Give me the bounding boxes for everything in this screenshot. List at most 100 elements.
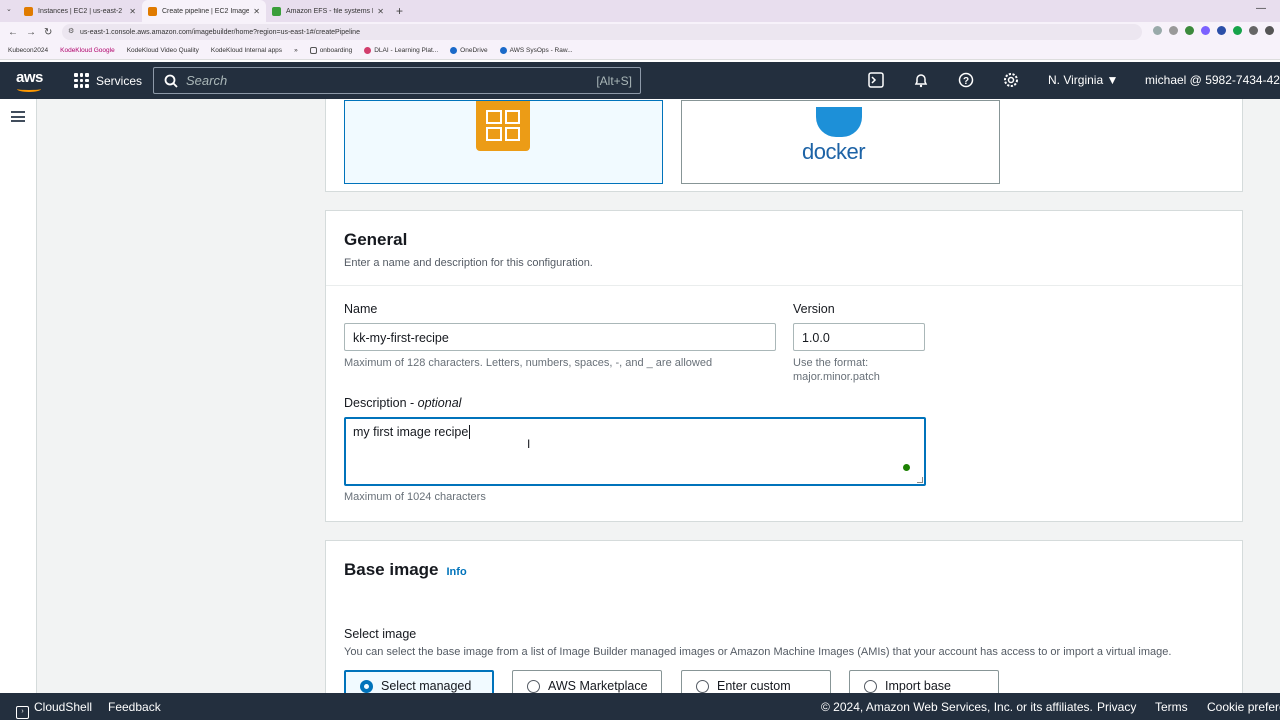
svg-text:?: ? (963, 76, 969, 87)
tab-title: Amazon EFS - file systems list (286, 7, 374, 15)
grid-icon (74, 73, 89, 88)
ec2-ami-icon (476, 101, 530, 151)
docker-option-tile[interactable]: docker (681, 100, 1000, 184)
back-icon[interactable]: ← (8, 27, 18, 38)
reload-icon[interactable]: ↻ (44, 27, 54, 38)
browser-tab-bar: ⌄ Instances | EC2 | us-east-2 ✕ Create p… (0, 0, 1280, 22)
ami-option-tile[interactable] (344, 100, 663, 184)
name-label: Name (344, 302, 378, 316)
address-bar[interactable]: ⚙ us-east-1.console.aws.amazon.com/image… (62, 24, 1142, 40)
select-image-description: You can select the base image from a lis… (344, 646, 1172, 658)
cloudshell-button[interactable]: › CloudShell (16, 700, 92, 719)
text-caret (469, 425, 471, 439)
base-image-panel: Base image Info Select image You can sel… (325, 540, 1243, 693)
browser-tab-efs[interactable]: Amazon EFS - file systems list ✕ (266, 0, 390, 22)
bookmark-item[interactable]: OneDrive (450, 47, 488, 54)
profile-icon[interactable] (1265, 26, 1274, 35)
aws-logo[interactable]: aws (16, 69, 46, 92)
info-link[interactable]: Info (447, 566, 467, 578)
close-tab-icon[interactable]: ✕ (253, 7, 260, 16)
site-info-icon[interactable]: ⚙ (68, 27, 74, 35)
new-tab-icon[interactable]: + (396, 4, 403, 18)
description-textarea[interactable]: my first image recipe (344, 417, 926, 486)
zoom-icon[interactable] (1153, 26, 1162, 35)
general-title: General (344, 230, 408, 249)
bookmark-item[interactable]: KodeKloud Google (60, 47, 115, 54)
general-panel: General Enter a name and description for… (325, 210, 1243, 522)
aws-favicon-icon (24, 6, 33, 16)
close-tab-icon[interactable]: ✕ (377, 7, 384, 16)
cloud-icon (499, 47, 507, 54)
radio-select-managed[interactable]: Select managed (344, 670, 494, 693)
extension-icon[interactable] (1217, 26, 1226, 35)
bookmark-folder[interactable]: onboarding (309, 47, 352, 54)
folder-icon (309, 47, 317, 54)
tab-title: Instances | EC2 | us-east-2 (38, 7, 123, 15)
extension-icon[interactable] (1233, 26, 1242, 35)
star-icon[interactable] (1169, 26, 1178, 35)
search-input[interactable]: Search [Alt+S] (153, 67, 641, 94)
aws-favicon-icon (148, 6, 157, 16)
resize-handle-icon[interactable] (917, 477, 923, 483)
radio-empty-icon (527, 679, 540, 693)
docker-logo-icon: docker (800, 107, 880, 167)
search-icon (164, 74, 178, 88)
terms-link[interactable]: Terms (1155, 700, 1188, 714)
dlai-icon (364, 47, 372, 54)
aws-footer: › CloudShell Feedback © 2024, Amazon Web … (0, 693, 1280, 720)
privacy-link[interactable]: Privacy (1097, 700, 1136, 714)
forward-icon[interactable]: → (26, 27, 36, 38)
browser-toolbar: ← → ↻ ⚙ us-east-1.console.aws.amazon.com… (0, 22, 1280, 42)
bookmark-item[interactable]: Kubecon2024 (8, 47, 48, 54)
feedback-link[interactable]: Feedback (108, 700, 161, 714)
tab-search-icon[interactable]: ⌄ (6, 5, 12, 13)
bookmark-item[interactable]: AWS SysOps - Raw... (499, 47, 573, 54)
browser-tab-ec2[interactable]: Instances | EC2 | us-east-2 ✕ (18, 0, 142, 22)
bookmark-item[interactable]: KodeKloud Internal apps (211, 47, 282, 54)
efs-favicon-icon (272, 6, 281, 16)
cloudshell-icon: › (16, 706, 29, 719)
main-content: docker General Enter a name and descript… (37, 99, 1280, 693)
version-hint: Use the format: major.minor.patch (793, 357, 880, 383)
description-hint: Maximum of 1024 characters (344, 491, 486, 503)
services-menu-button[interactable]: Services (74, 73, 142, 88)
radio-aws-marketplace[interactable]: AWS Marketplace (512, 670, 662, 693)
bookmark-item[interactable]: KodeKloud Video Quality (127, 47, 199, 54)
more-bookmarks-icon[interactable]: » (294, 47, 298, 54)
region-selector[interactable]: N. Virginia ▼ (1048, 73, 1118, 87)
cloud-icon (450, 47, 458, 54)
version-input[interactable]: 1.0.0 (793, 323, 925, 351)
general-description: Enter a name and description for this co… (344, 257, 593, 269)
image-type-panel: docker (325, 99, 1243, 192)
radio-enter-custom[interactable]: Enter custom (681, 670, 831, 693)
cookie-preferences-link[interactable]: Cookie preferences (1207, 700, 1280, 714)
url-text: us-east-1.console.aws.amazon.com/imagebu… (80, 28, 360, 36)
aws-top-navigation: aws Services Search [Alt+S] ? N. Virgini… (0, 62, 1280, 99)
radio-import-base[interactable]: Import base (849, 670, 999, 693)
close-tab-icon[interactable]: ✕ (129, 7, 136, 16)
extension-icon[interactable] (1185, 26, 1194, 35)
version-label: Version (793, 302, 835, 316)
select-image-label: Select image (344, 627, 417, 641)
name-input[interactable]: kk-my-first-recipe (344, 323, 776, 351)
radio-empty-icon (696, 679, 709, 693)
notifications-bell-icon[interactable] (912, 72, 930, 90)
browser-tab-image-builder[interactable]: Create pipeline | EC2 Image Bu ✕ (142, 0, 266, 22)
account-menu[interactable]: michael @ 5982-7434-426 (1145, 73, 1280, 87)
cloudshell-icon[interactable] (867, 72, 885, 90)
menu-hamburger-icon[interactable] (11, 111, 25, 122)
tab-title: Create pipeline | EC2 Image Bu (162, 7, 250, 15)
extension-icon[interactable] (1201, 26, 1210, 35)
base-image-header: Base image Info (344, 560, 467, 580)
general-header: General Enter a name and description for… (326, 211, 1242, 286)
aws-smile-icon (17, 86, 41, 92)
extension-icon[interactable] (1249, 26, 1258, 35)
help-icon[interactable]: ? (957, 72, 975, 90)
bookmark-item[interactable]: DLAI - Learning Plat... (364, 47, 438, 54)
settings-gear-icon[interactable] (1002, 72, 1020, 90)
description-label: Description - optional (344, 396, 462, 410)
minimize-window-icon[interactable]: — (1256, 3, 1266, 14)
radio-selected-icon (360, 679, 373, 693)
extension-icons (1153, 26, 1274, 35)
side-navigation-collapsed (0, 99, 37, 693)
